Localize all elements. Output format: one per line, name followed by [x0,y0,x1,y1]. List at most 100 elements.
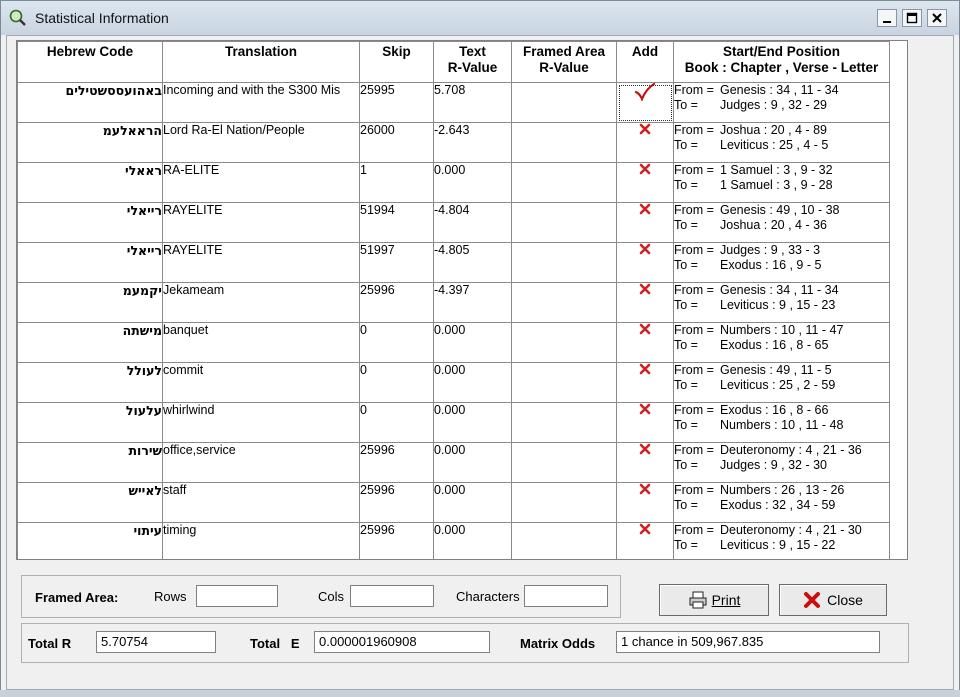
translation-cell[interactable]: RAYELITE [162,202,360,243]
framed-r-value-cell[interactable] [511,362,617,403]
table-row[interactable]: יקמעמ Jekameam 25996 -4.397 From = Genesis : … [17,282,890,323]
skip-cell[interactable]: 1 [359,162,434,203]
header-add[interactable]: Add [616,41,674,83]
table-row[interactable]: שירות office,service 25996 0.000 From = Deute… [17,442,890,483]
total-r-field[interactable]: 5.70754 [96,631,216,653]
hebrew-code-cell[interactable]: עיתוי [17,522,163,559]
header-hebrew-code[interactable]: Hebrew Code [17,41,163,83]
header-translation[interactable]: Translation [162,41,360,83]
text-r-value-cell[interactable]: 0.000 [433,482,512,523]
text-r-value-cell[interactable]: 0.000 [433,322,512,363]
framed-r-value-cell[interactable] [511,82,617,123]
text-r-value-cell[interactable]: 0.000 [433,162,512,203]
add-cell[interactable] [616,162,674,203]
framed-r-value-cell[interactable] [511,402,617,443]
text-r-value-cell[interactable]: 0.000 [433,402,512,443]
table-row[interactable]: רייאלי RAYELITE 51997 -4.805 From = Judges : … [17,242,890,283]
minimize-button[interactable] [877,9,897,27]
skip-cell[interactable]: 25996 [359,282,434,323]
add-cell[interactable] [616,362,674,403]
hebrew-code-cell[interactable]: ראאלי [17,162,163,203]
close-window-button[interactable] [927,9,947,27]
skip-cell[interactable]: 25996 [359,482,434,523]
hebrew-code-cell[interactable]: עלעול [17,402,163,443]
add-cell[interactable] [616,482,674,523]
add-cell[interactable] [616,322,674,363]
framed-r-value-cell[interactable] [511,442,617,483]
text-r-value-cell[interactable]: -4.805 [433,242,512,283]
skip-cell[interactable]: 51997 [359,242,434,283]
header-skip[interactable]: Skip [359,41,434,83]
text-r-value-cell[interactable]: -4.804 [433,202,512,243]
add-cell[interactable] [616,522,674,559]
table-row[interactable]: הראאלעמ Lord Ra-El Nation/People 26000 -2.6… [17,122,890,163]
total-e-field[interactable]: 0.000001960908 [314,631,490,653]
skip-cell[interactable]: 25996 [359,522,434,559]
translation-cell[interactable]: Lord Ra-El Nation/People [162,122,360,163]
text-r-value-cell[interactable]: -4.397 [433,282,512,323]
text-r-value-cell[interactable]: 0.000 [433,442,512,483]
statistics-grid[interactable]: Hebrew Code Translation Skip Text R-Valu… [16,40,908,560]
header-framed-area-r-value[interactable]: Framed Area R-Value [511,41,617,83]
framed-r-value-cell[interactable] [511,202,617,243]
table-row[interactable]: עלעול whirlwind 0 0.000 From = Exodus : 16 , … [17,402,890,443]
framed-r-value-cell[interactable] [511,162,617,203]
add-cell[interactable] [616,242,674,283]
translation-cell[interactable]: RAYELITE [162,242,360,283]
hebrew-code-cell[interactable]: מישתה [17,322,163,363]
skip-cell[interactable]: 25995 [359,82,434,123]
text-r-value-cell[interactable]: 0.000 [433,522,512,559]
skip-cell[interactable]: 0 [359,322,434,363]
translation-cell[interactable]: Jekameam [162,282,360,323]
hebrew-code-cell[interactable]: הראאלעמ [17,122,163,163]
hebrew-code-cell[interactable]: באהועססשטילים [17,82,163,123]
translation-cell[interactable]: commit [162,362,360,403]
skip-cell[interactable]: 51994 [359,202,434,243]
framed-r-value-cell[interactable] [511,522,617,559]
translation-cell[interactable]: RA-ELITE [162,162,360,203]
framed-r-value-cell[interactable] [511,122,617,163]
translation-cell[interactable]: office,service [162,442,360,483]
title-bar[interactable]: Statistical Information [1,1,959,35]
translation-cell[interactable]: staff [162,482,360,523]
rows-field[interactable] [196,585,278,607]
framed-r-value-cell[interactable] [511,322,617,363]
translation-cell[interactable]: banquet [162,322,360,363]
hebrew-code-cell[interactable]: לאייש [17,482,163,523]
hebrew-code-cell[interactable]: רייאלי [17,202,163,243]
table-row[interactable]: באהועססשטילים Incoming and with the S300 … [17,82,890,123]
header-position[interactable]: Start/End Position Book : Chapter , Vers… [673,41,890,83]
close-button[interactable]: Close [779,584,887,616]
translation-cell[interactable]: timing [162,522,360,559]
skip-cell[interactable]: 25996 [359,442,434,483]
text-r-value-cell[interactable]: 5.708 [433,82,512,123]
translation-cell[interactable]: whirlwind [162,402,360,443]
characters-field[interactable] [524,585,608,607]
table-row[interactable]: עיתוי timing 25996 0.000 From = Deuteronomy :… [17,522,890,559]
add-cell[interactable] [616,402,674,443]
translation-cell[interactable]: Incoming and with the S300 Mis [162,82,360,123]
header-text-r-value[interactable]: Text R-Value [433,41,512,83]
text-r-value-cell[interactable]: -2.643 [433,122,512,163]
table-row[interactable]: ראאלי RA-ELITE 1 0.000 From = 1 Samuel : 3 , … [17,162,890,203]
skip-cell[interactable]: 26000 [359,122,434,163]
table-row[interactable]: לעולל commit 0 0.000 From = Genesis : 49 , 11… [17,362,890,403]
skip-cell[interactable]: 0 [359,402,434,443]
table-row[interactable]: רייאלי RAYELITE 51994 -4.804 From = Genesis :… [17,202,890,243]
hebrew-code-cell[interactable]: לעולל [17,362,163,403]
hebrew-code-cell[interactable]: יקמעמ [17,282,163,323]
text-r-value-cell[interactable]: 0.000 [433,362,512,403]
add-cell[interactable] [616,442,674,483]
cols-field[interactable] [350,585,434,607]
framed-r-value-cell[interactable] [511,282,617,323]
add-cell[interactable] [616,202,674,243]
framed-r-value-cell[interactable] [511,482,617,523]
print-button[interactable]: Print [659,584,769,616]
skip-cell[interactable]: 0 [359,362,434,403]
add-cell[interactable] [616,282,674,323]
hebrew-code-cell[interactable]: שירות [17,442,163,483]
matrix-odds-field[interactable]: 1 chance in 509,967.835 [616,631,880,653]
add-cell[interactable] [616,122,674,163]
framed-r-value-cell[interactable] [511,242,617,283]
hebrew-code-cell[interactable]: רייאלי [17,242,163,283]
